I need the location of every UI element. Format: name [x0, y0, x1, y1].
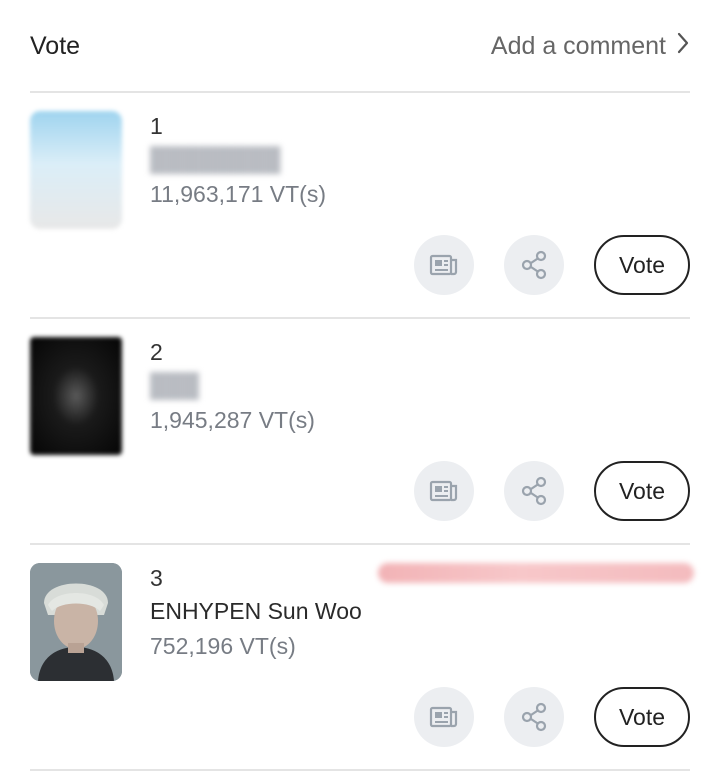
- share-button[interactable]: [504, 687, 564, 747]
- share-button[interactable]: [504, 461, 564, 521]
- list-item: 2 ███ 1,945,287 VT(s) Vote: [0, 319, 720, 545]
- vote-button[interactable]: Vote: [594, 687, 690, 747]
- item-actions: Vote: [414, 235, 690, 295]
- rank-label: 1: [150, 113, 163, 139]
- article-button[interactable]: [414, 687, 474, 747]
- article-button[interactable]: [414, 235, 474, 295]
- add-comment-label: Add a comment: [490, 31, 666, 60]
- page-title: Vote: [30, 31, 81, 60]
- article-icon: [429, 254, 458, 276]
- chevron-right-icon: [676, 31, 690, 62]
- vote-count: 11,963,171 VT(s): [150, 181, 327, 207]
- header: Vote Add a comment: [30, 18, 690, 74]
- article-icon: [429, 480, 458, 502]
- share-icon: [521, 702, 547, 732]
- rank-label: 3: [150, 565, 163, 591]
- vote-count: 752,196 VT(s): [150, 633, 296, 659]
- list-item: 3 ENHYPEN Sun Woo 752,196 VT(s) Vote: [0, 545, 720, 771]
- portrait-image: [30, 563, 122, 681]
- artist-name: ████████: [150, 146, 281, 172]
- artist-name: ███: [150, 372, 199, 398]
- vote-screen: Vote Add a comment 1 ████████ 11,963,171…: [0, 0, 720, 778]
- item-actions: Vote: [414, 461, 690, 521]
- share-button[interactable]: [504, 235, 564, 295]
- artist-thumbnail[interactable]: [30, 337, 122, 455]
- rank-label: 2: [150, 339, 163, 365]
- vote-button[interactable]: Vote: [594, 235, 690, 295]
- article-icon: [429, 706, 458, 728]
- share-icon: [521, 250, 547, 280]
- add-comment-link[interactable]: Add a comment: [491, 31, 690, 62]
- vote-count: 1,945,287 VT(s): [150, 407, 315, 433]
- article-button[interactable]: [414, 461, 474, 521]
- item-actions: Vote: [414, 687, 690, 747]
- vote-button[interactable]: Vote: [594, 461, 690, 521]
- list-item: 1 ████████ 11,963,171 VT(s) Vote: [0, 93, 720, 319]
- redacted-overlay: [378, 563, 694, 583]
- share-icon: [521, 476, 547, 506]
- artist-thumbnail[interactable]: [30, 111, 122, 229]
- item-divider: [30, 769, 690, 771]
- artist-name: ENHYPEN Sun Woo: [150, 598, 362, 624]
- artist-photo[interactable]: [30, 563, 122, 681]
